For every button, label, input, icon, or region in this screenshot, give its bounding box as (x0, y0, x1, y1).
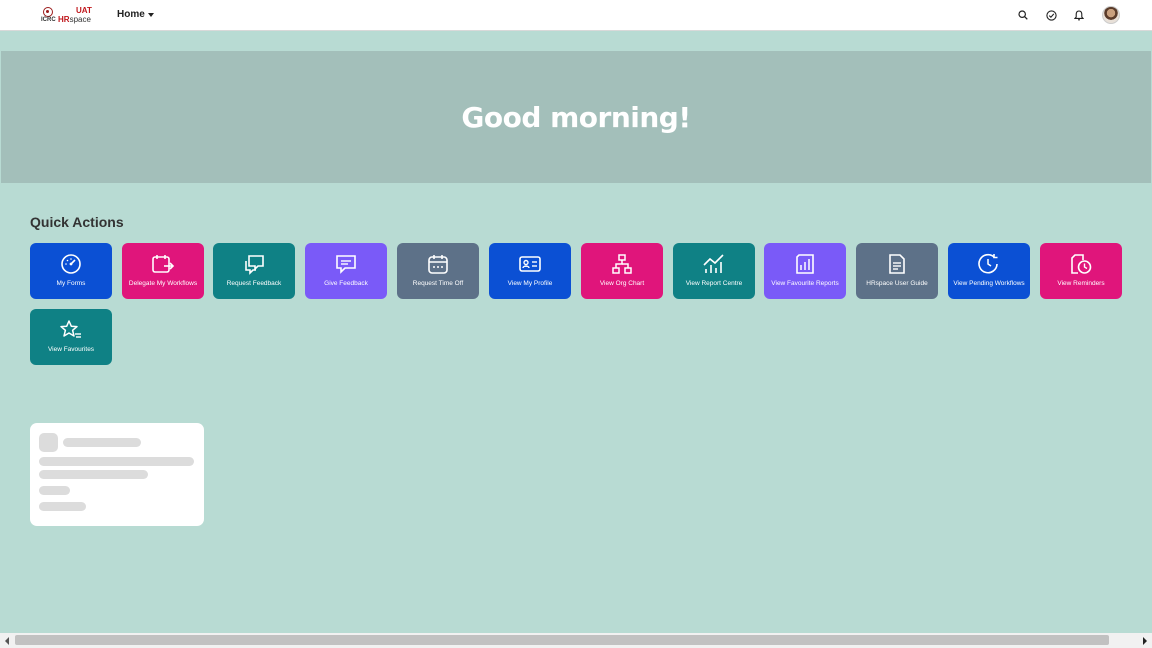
quick-action-request-time-off[interactable]: Request Time Off (397, 243, 479, 299)
star-list-icon (59, 318, 83, 342)
quick-action-label: Give Feedback (324, 280, 368, 287)
quick-actions-title: Quick Actions (30, 214, 124, 230)
scroll-left-arrow-icon[interactable] (5, 637, 9, 645)
home-menu-button[interactable]: Home (117, 9, 154, 20)
quick-action-label: Request Time Off (412, 280, 464, 287)
quick-action-label: Delegate My Workflows (128, 280, 198, 287)
avatar[interactable] (1102, 6, 1120, 24)
skeleton-line (39, 470, 148, 479)
quick-action-label: View Pending Workflows (953, 280, 1025, 287)
quick-action-label: HRspace User Guide (866, 280, 928, 287)
skeleton-line (63, 438, 141, 447)
quick-action-my-forms[interactable]: My Forms (30, 243, 112, 299)
quick-action-view-reminders[interactable]: View Reminders (1040, 243, 1122, 299)
scrollbar-thumb[interactable] (15, 635, 1109, 645)
skeleton-avatar (39, 433, 58, 452)
org-chart-icon (611, 252, 633, 276)
quick-action-view-report-centre[interactable]: View Report Centre (673, 243, 755, 299)
loading-skeleton-card (30, 423, 204, 526)
hrspace-logo[interactable]: ICRC UAT HRspace (40, 6, 94, 26)
quick-action-label: View Reminders (1057, 280, 1105, 287)
scroll-right-arrow-icon[interactable] (1143, 637, 1147, 645)
chat-lines-icon (335, 252, 357, 276)
quick-action-label: View Org Chart (599, 280, 645, 287)
quick-action-hrspace-user-guide[interactable]: HRspace User Guide (856, 243, 938, 299)
skeleton-line (39, 486, 70, 495)
logo-org-text: ICRC (41, 17, 56, 23)
quick-action-label: View Favourites (47, 346, 95, 353)
skeleton-line (39, 502, 86, 511)
quick-action-view-my-profile[interactable]: View My Profile (489, 243, 571, 299)
search-icon[interactable] (1016, 6, 1030, 24)
quick-action-view-org-chart[interactable]: View Org Chart (581, 243, 663, 299)
greeting-banner: Good morning! (1, 51, 1151, 183)
calendar-icon (427, 252, 449, 276)
quick-action-give-feedback[interactable]: Give Feedback (305, 243, 387, 299)
top-bar: ICRC UAT HRspace Home (0, 0, 1152, 31)
header-actions (1016, 6, 1120, 24)
quick-action-label: View Favourite Reports (771, 280, 839, 287)
skeleton-line (39, 457, 194, 466)
reports-star-icon (794, 252, 816, 276)
calendar-forward-icon (151, 252, 175, 276)
logo-brand-text: HRspace (58, 15, 91, 24)
document-icon (887, 252, 907, 276)
bell-icon[interactable] (1072, 6, 1086, 24)
home-menu-label: Home (117, 9, 145, 20)
environment-badge: UAT (76, 6, 92, 15)
quick-action-view-pending-workflows[interactable]: View Pending Workflows (948, 243, 1030, 299)
chevron-down-icon (147, 12, 154, 17)
chat-bubbles-icon (242, 252, 266, 276)
quick-action-label: My Forms (56, 280, 86, 287)
quick-action-view-favourite-reports[interactable]: View Favourite Reports (764, 243, 846, 299)
quick-action-view-favourites[interactable]: View Favourites (30, 309, 112, 365)
line-chart-icon (702, 252, 726, 276)
red-cross-emblem-icon (43, 7, 53, 17)
quick-action-request-feedback[interactable]: Request Feedback (213, 243, 295, 299)
greeting-text: Good morning! (461, 100, 691, 134)
refresh-clock-icon (977, 252, 1001, 276)
gauge-icon (60, 252, 82, 276)
profile-card-icon (518, 252, 542, 276)
quick-action-label: View Report Centre (685, 280, 743, 287)
quick-action-label: View My Profile (507, 280, 553, 287)
quick-action-label: Request Feedback (226, 280, 282, 287)
reminder-icon (1069, 252, 1093, 276)
quick-action-delegate-my-workflows[interactable]: Delegate My Workflows (122, 243, 204, 299)
todo-check-icon[interactable] (1044, 6, 1058, 24)
